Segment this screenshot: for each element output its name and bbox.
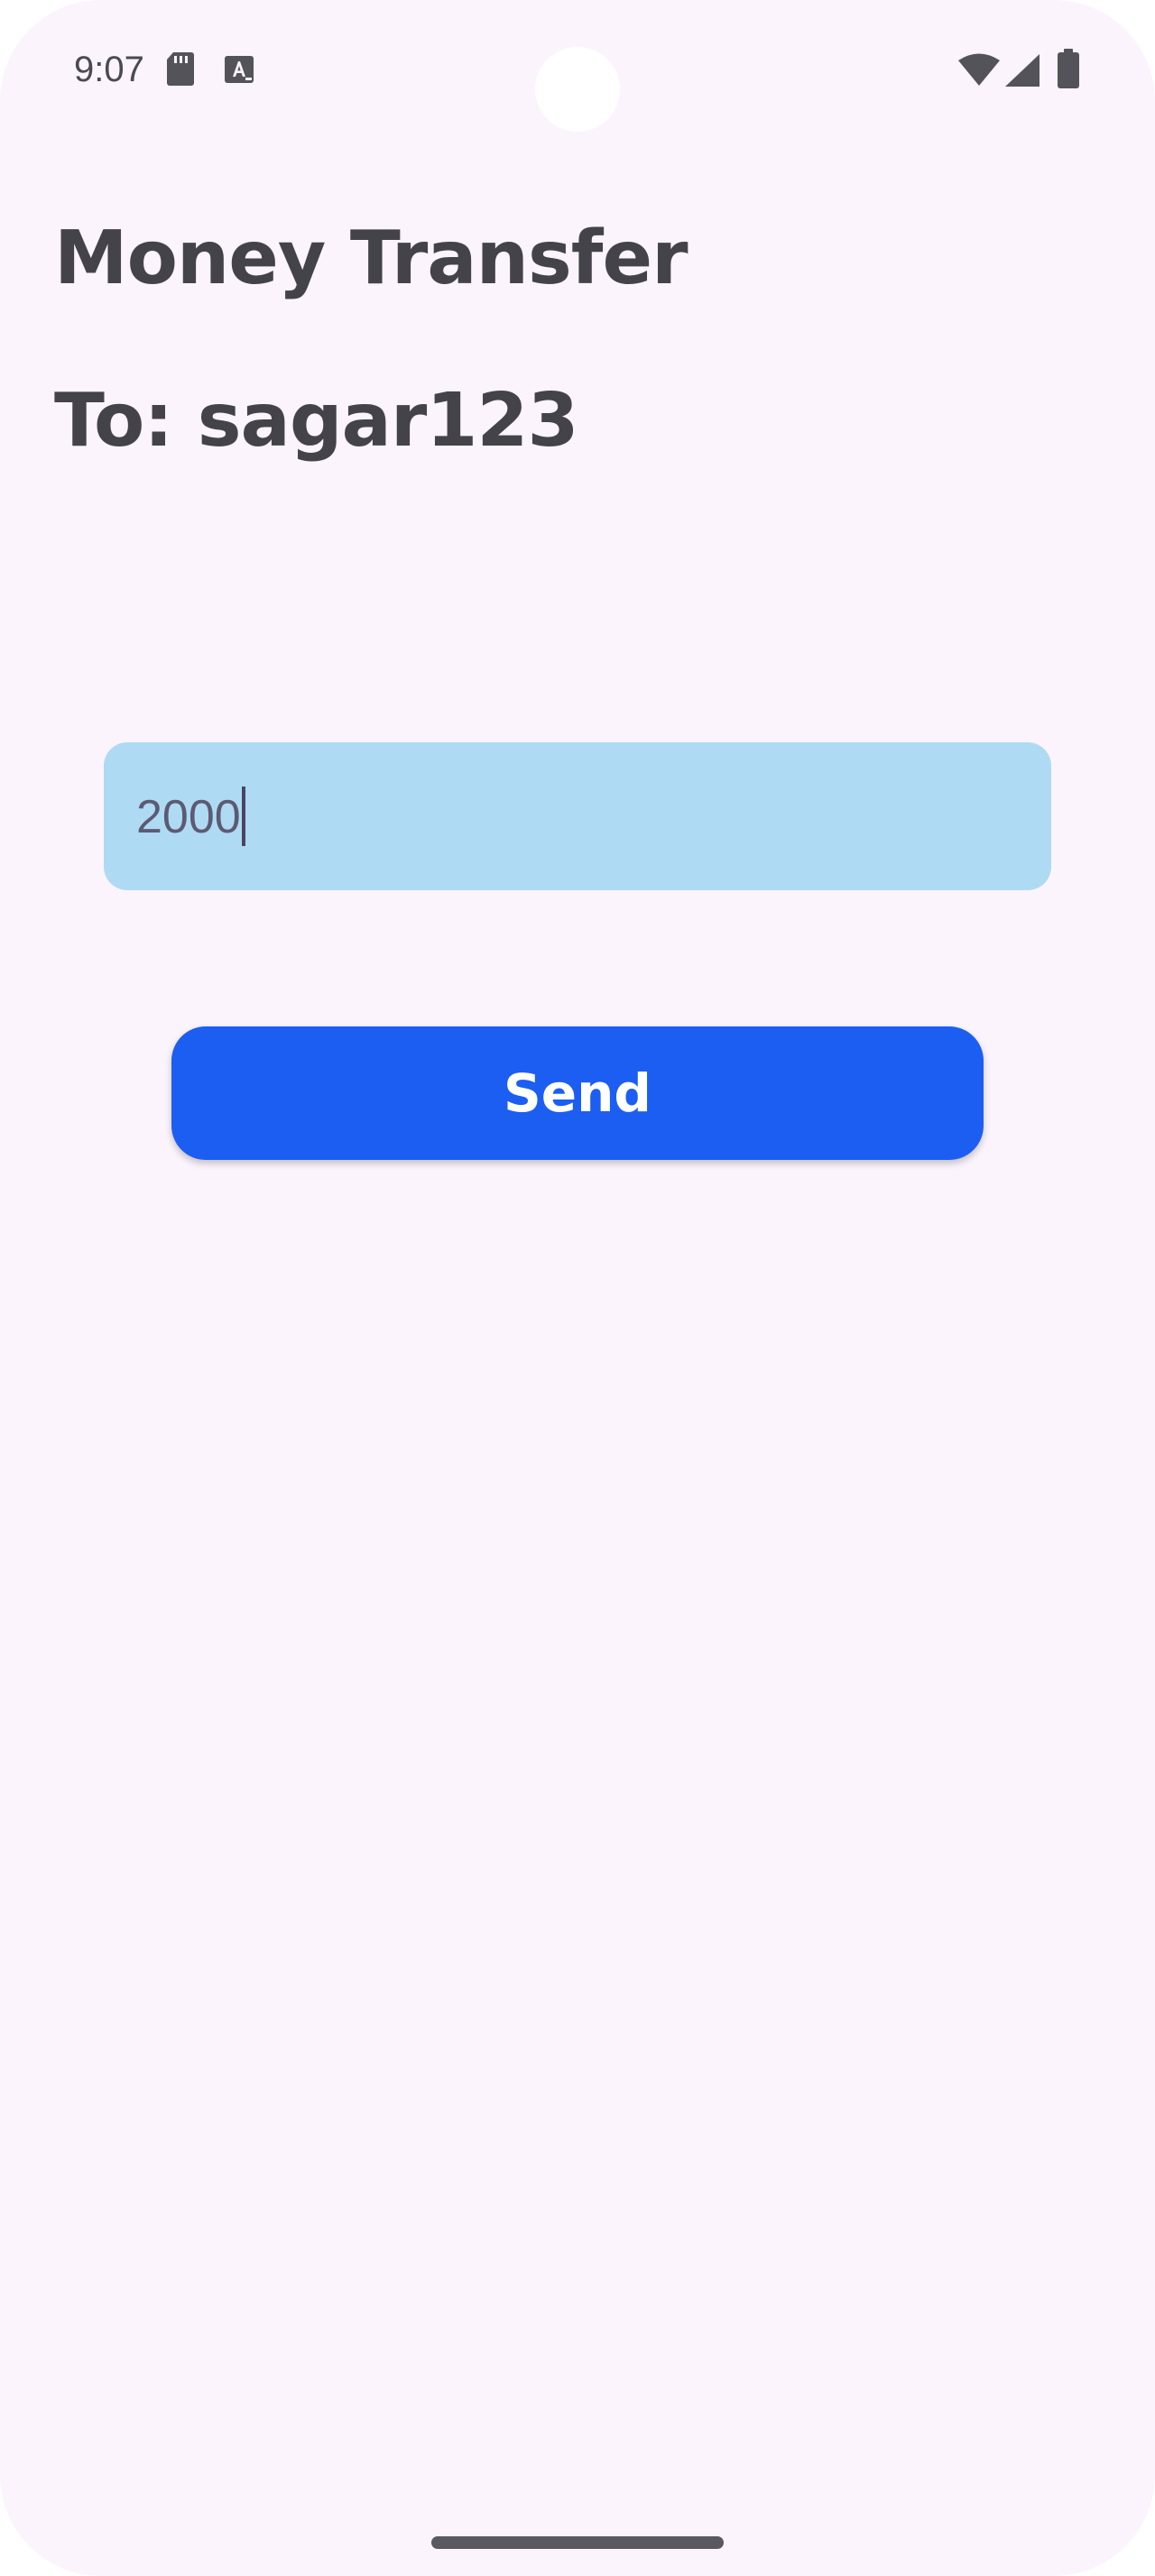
app-screen: 9:07 Money Transfer To: sagar123 2000 Se… (0, 0, 1155, 2576)
page-title: Money Transfer (54, 216, 688, 301)
recipient-label: To: sagar123 (54, 378, 578, 464)
amount-text: 2000 (136, 791, 241, 843)
send-button[interactable]: Send (171, 1026, 984, 1160)
home-indicator[interactable] (431, 2536, 724, 2549)
sd-card-icon (167, 52, 194, 86)
battery-icon (1058, 49, 1079, 88)
status-time: 9:07 (74, 50, 144, 89)
camera-cutout (535, 47, 620, 132)
font-a-icon (225, 56, 254, 83)
amount-input[interactable]: 2000 (104, 742, 1051, 890)
cell-signal-icon (1005, 54, 1040, 87)
amount-input-value: 2000 (136, 787, 245, 850)
wifi-icon (958, 53, 1000, 86)
text-cursor (241, 787, 245, 847)
